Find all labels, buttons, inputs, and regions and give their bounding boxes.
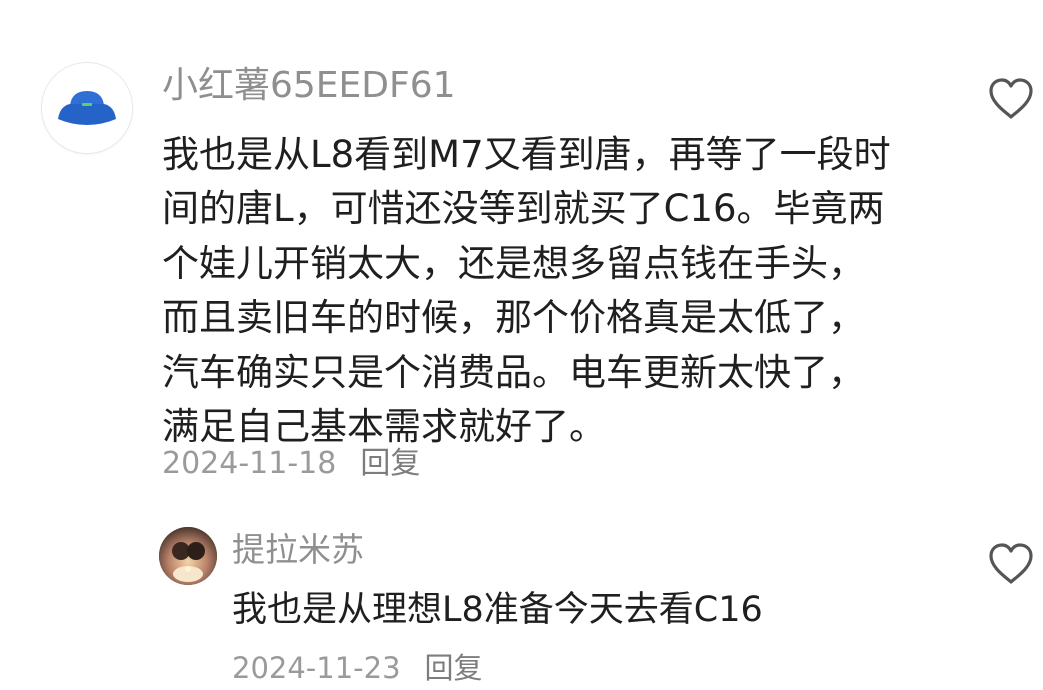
reply-text: 我也是从理想L8准备今天去看C16 xyxy=(232,590,763,630)
comment-text-line: 个娃儿开销太大，还是想多留点钱在手头， xyxy=(162,241,865,285)
comment-text-line: 汽车确实只是个消费品。电车更新太快了， xyxy=(162,350,865,394)
comment-text-line: 我也是从L8看到M7又看到唐，再等了一段时 xyxy=(162,133,891,176)
heart-outline-icon[interactable] xyxy=(987,77,1035,121)
reply-date: 2024-11-23 xyxy=(232,651,401,685)
photo-avatar-icon xyxy=(159,527,217,585)
reply-button[interactable]: 回复 xyxy=(360,446,420,481)
comment-text: 我也是从L8看到M7又看到唐，再等了一段时 间的唐L，可惜还没等到就买了C16。… xyxy=(162,128,922,454)
comment-username[interactable]: 小红薯65EEDF61 xyxy=(162,66,456,106)
heart-outline-icon[interactable] xyxy=(987,542,1035,586)
comment-text-line: 而且卖旧车的时候，那个价格真是太低了， xyxy=(162,296,865,340)
comment-meta: 2024-11-18 回复 xyxy=(162,446,420,482)
comment-item: 小红薯65EEDF61 我也是从L8看到M7又看到唐，再等了一段时 间的唐L，可… xyxy=(0,0,1043,520)
avatar[interactable] xyxy=(42,63,132,153)
bucket-hat-icon xyxy=(42,63,132,153)
reply-username[interactable]: 提拉米苏 xyxy=(232,531,364,569)
avatar[interactable] xyxy=(159,527,217,585)
comment-text-line: 间的唐L，可惜还没等到就买了C16。毕竟两 xyxy=(162,187,885,231)
comment-date: 2024-11-18 xyxy=(162,446,337,481)
reply-meta: 2024-11-23 回复 xyxy=(232,650,483,686)
reply-button[interactable]: 回复 xyxy=(425,651,483,685)
